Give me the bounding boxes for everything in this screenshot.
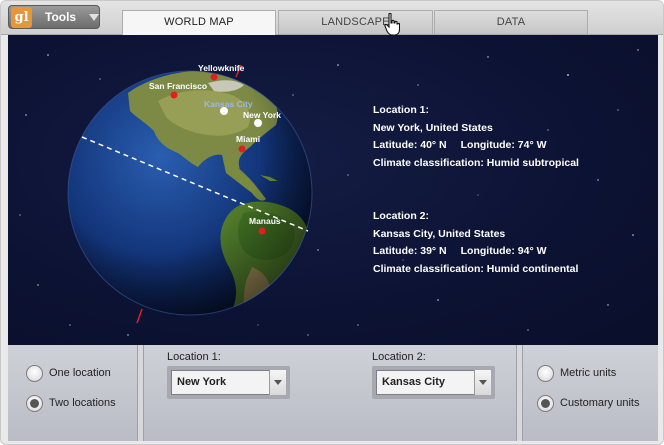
location-count-panel: One location Two locations <box>8 345 138 441</box>
location-1-select-label: Location 1: <box>167 351 221 363</box>
location-2-info: Location 2: Kansas City, United States L… <box>373 208 578 278</box>
location-1-longitude: Longitude: 74° W <box>460 139 547 151</box>
location-2-heading: Location 2: <box>373 210 430 222</box>
metric-units-label: Metric units <box>560 367 617 379</box>
one-location-option[interactable]: One location <box>26 363 111 383</box>
city-label-manaus: Manaus <box>249 216 281 226</box>
location-2-dropdown[interactable]: Kansas City <box>372 366 495 399</box>
marker-manaus <box>258 227 266 235</box>
tab-data[interactable]: DATA <box>434 10 588 34</box>
gizmo-logo-icon: gl <box>11 7 32 28</box>
two-locations-option[interactable]: Two locations <box>26 393 116 413</box>
location-1-heading: Location 1: <box>373 104 430 116</box>
location-2-latitude: Latitude: 39° N <box>373 245 447 257</box>
marker-new-york <box>254 119 262 127</box>
city-label-kansas-city: Kansas City <box>204 99 253 109</box>
tools-label: Tools <box>45 10 77 24</box>
app-window: gl Tools WORLD MAP LANDSCAPE DATA Yellow… <box>0 0 664 445</box>
top-bar: gl Tools WORLD MAP LANDSCAPE DATA <box>1 1 663 36</box>
location-1-dropdown[interactable]: New York <box>167 366 290 399</box>
one-location-label: One location <box>49 367 111 379</box>
metric-units-radio[interactable] <box>537 364 554 382</box>
location-2-select-label: Location 2: <box>372 351 426 363</box>
city-label-new-york: New York <box>243 110 281 120</box>
tab-landscape[interactable]: LANDSCAPE <box>278 10 433 34</box>
location-1-place: New York, United States <box>373 121 493 134</box>
customary-units-label: Customary units <box>560 397 640 409</box>
one-location-radio[interactable] <box>26 364 43 382</box>
location-2-longitude: Longitude: 94° W <box>460 245 547 257</box>
marker-miami <box>238 145 246 153</box>
marker-san-francisco <box>170 91 178 99</box>
city-label-yellowknife: Yellowknife <box>198 63 245 73</box>
world-map-view: Yellowknife San Francisco Kansas City Ne… <box>8 35 658 345</box>
tab-world-map[interactable]: WORLD MAP <box>122 10 276 35</box>
location-1-dropdown-value: New York <box>177 376 227 388</box>
location-2-climate: Climate classification: Humid continenta… <box>373 262 579 275</box>
controls-bar: One location Two locations Location 1: N… <box>8 345 658 441</box>
city-label-miami: Miami <box>236 134 261 144</box>
tools-menu-button[interactable]: gl Tools <box>8 5 100 29</box>
location-2-dropdown-value: Kansas City <box>382 376 445 388</box>
location-1-climate: Climate classification: Humid subtropica… <box>373 156 579 169</box>
location-2-place: Kansas City, United States <box>373 227 506 240</box>
south-axis-marker <box>136 308 143 324</box>
chevron-down-icon[interactable] <box>269 370 286 395</box>
location-1-info: Location 1: New York, United States Lati… <box>373 102 579 172</box>
two-locations-label: Two locations <box>49 397 116 409</box>
marker-yellowknife <box>210 73 218 81</box>
hand-cursor-icon <box>384 13 400 36</box>
two-locations-radio[interactable] <box>26 394 43 412</box>
chevron-down-icon <box>89 14 99 21</box>
customary-units-option[interactable]: Customary units <box>537 393 639 413</box>
units-panel: Metric units Customary units <box>522 345 658 441</box>
chevron-down-icon[interactable] <box>474 370 491 395</box>
customary-units-radio[interactable] <box>537 394 554 412</box>
city-label-san-francisco: San Francisco <box>149 81 208 91</box>
location-select-panel: Location 1: New York Location 2: Kansas … <box>143 345 517 441</box>
metric-units-option[interactable]: Metric units <box>537 363 616 383</box>
location-1-latitude: Latitude: 40° N <box>373 139 447 151</box>
globe-scene <box>19 49 639 336</box>
